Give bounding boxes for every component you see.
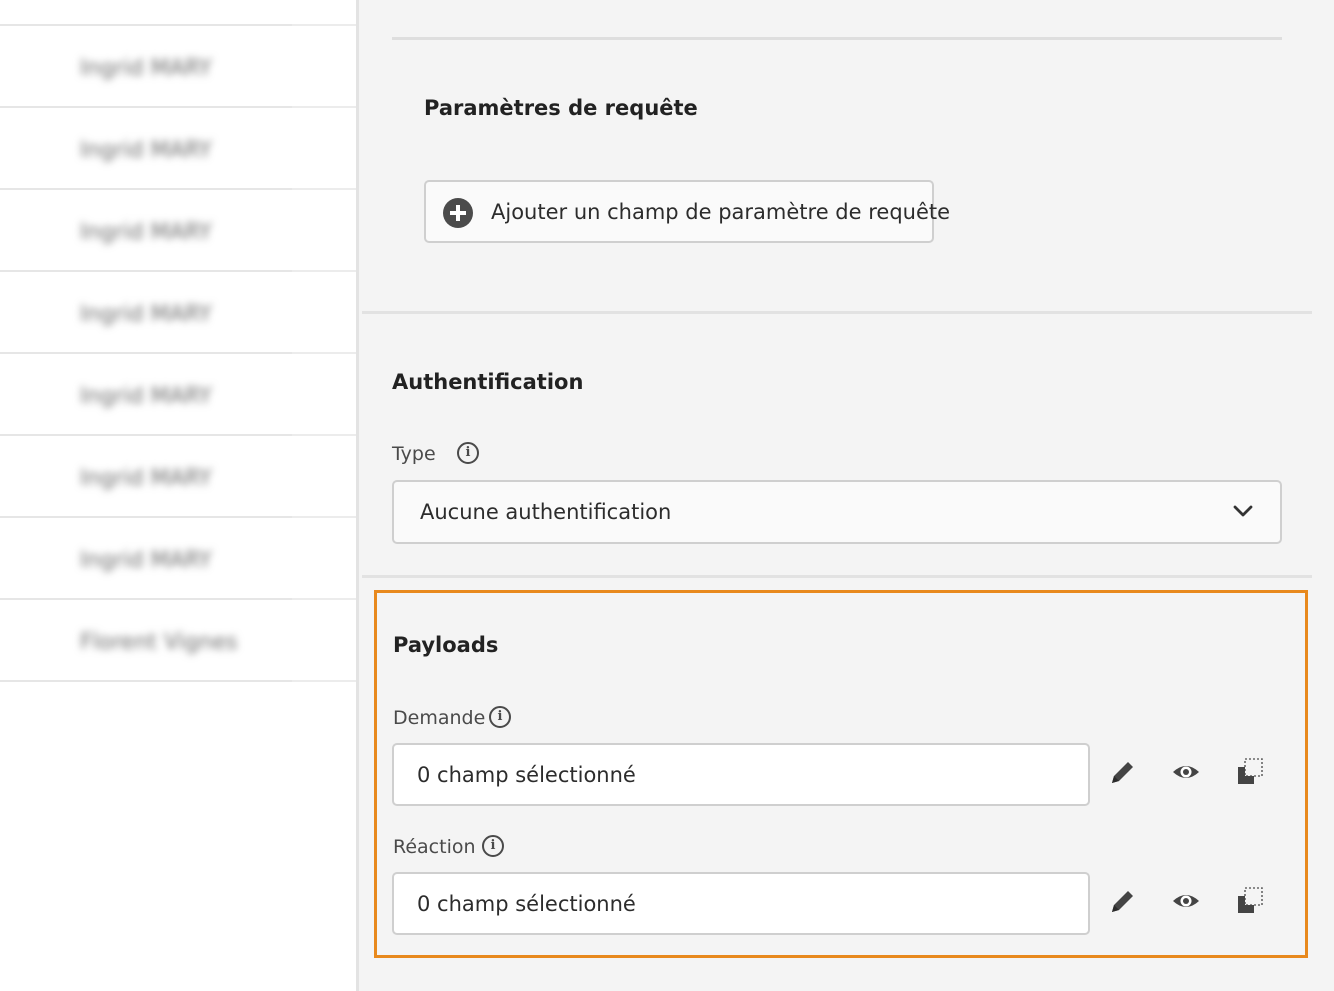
request-payload-value: 0 champ sélectionné: [417, 763, 636, 787]
request-payload-field[interactable]: 0 champ sélectionné: [392, 743, 1090, 806]
chevron-down-icon: [1233, 505, 1253, 517]
list-item[interactable]: [0, 0, 356, 26]
authentication-title: Authentification: [392, 370, 584, 394]
response-label: Réaction: [393, 836, 476, 858]
recipient-list: Ingrid MARY Ingrid MARY Ingrid MARY Ingr…: [0, 0, 359, 991]
list-item[interactable]: Ingrid MARY: [0, 28, 356, 108]
list-item-name: Ingrid MARY: [80, 548, 212, 573]
divider: [292, 598, 356, 600]
list-item[interactable]: Ingrid MARY: [0, 110, 356, 190]
divider: [0, 270, 292, 272]
divider: [392, 37, 1282, 40]
divider: [292, 24, 356, 26]
list-item[interactable]: Florent Vignes: [0, 602, 356, 682]
request-label: Demande: [393, 707, 486, 729]
divider: [292, 516, 356, 518]
copy-icon[interactable]: [1234, 885, 1266, 917]
response-payload-field[interactable]: 0 champ sélectionné: [392, 872, 1090, 935]
list-item-name: Ingrid MARY: [80, 138, 212, 163]
divider: [292, 434, 356, 436]
add-query-param-button[interactable]: Ajouter un champ de paramètre de requête: [424, 180, 950, 243]
divider: [292, 352, 356, 354]
list-item[interactable]: Ingrid MARY: [0, 356, 356, 436]
divider: [0, 106, 292, 108]
list-item[interactable]: Ingrid MARY: [0, 438, 356, 518]
list-item[interactable]: Ingrid MARY: [0, 520, 356, 600]
preview-eye-icon[interactable]: [1170, 756, 1202, 788]
divider: [0, 188, 292, 190]
query-params-title: Paramètres de requête: [424, 96, 698, 120]
list-item-name: Ingrid MARY: [80, 220, 212, 245]
list-item-name: Ingrid MARY: [80, 56, 212, 81]
divider: [0, 598, 292, 600]
divider: [362, 311, 1312, 314]
divider: [292, 680, 356, 682]
auth-type-value: Aucune authentification: [420, 500, 672, 524]
list-item-name: Ingrid MARY: [80, 302, 212, 327]
add-query-param-label: Ajouter un champ de paramètre de requête: [491, 200, 951, 224]
edit-pencil-icon[interactable]: [1107, 756, 1139, 788]
divider: [0, 516, 292, 518]
divider: [292, 106, 356, 108]
auth-type-select[interactable]: Aucune authentification: [392, 480, 1282, 544]
divider: [0, 352, 292, 354]
list-item[interactable]: Ingrid MARY: [0, 274, 356, 354]
preview-eye-icon[interactable]: [1170, 885, 1202, 917]
auth-type-label: Type: [392, 443, 436, 465]
divider: [0, 24, 292, 26]
divider: [0, 434, 292, 436]
info-icon[interactable]: i: [489, 706, 511, 728]
divider: [292, 188, 356, 190]
info-icon[interactable]: i: [482, 835, 504, 857]
copy-icon[interactable]: [1234, 756, 1266, 788]
payloads-title: Payloads: [393, 633, 499, 657]
list-item-name: Ingrid MARY: [80, 384, 212, 409]
list-item-name: Florent Vignes: [80, 630, 238, 655]
response-payload-value: 0 champ sélectionné: [417, 892, 636, 916]
divider: [362, 575, 1312, 578]
divider: [0, 680, 292, 682]
add-circle-icon: [443, 198, 473, 228]
divider: [292, 270, 356, 272]
edit-pencil-icon[interactable]: [1107, 885, 1139, 917]
list-item-name: Ingrid MARY: [80, 466, 212, 491]
info-icon[interactable]: i: [457, 442, 479, 464]
list-item[interactable]: Ingrid MARY: [0, 192, 356, 272]
